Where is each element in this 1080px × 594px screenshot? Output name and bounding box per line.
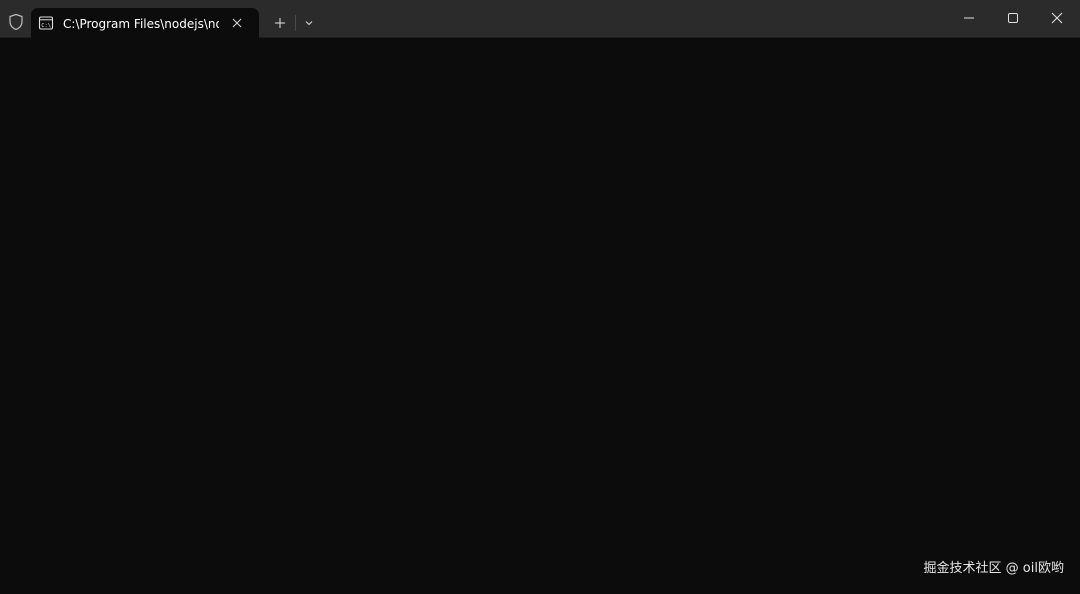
minimize-button[interactable] <box>947 0 991 36</box>
close-window-button[interactable] <box>1035 0 1079 36</box>
shield-icon <box>6 12 26 32</box>
svg-text:C:\: C:\ <box>41 23 51 29</box>
close-icon <box>1051 12 1063 24</box>
new-tab-button[interactable] <box>268 11 292 35</box>
title-bar[interactable]: C:\ C:\Program Files\nodejs\node.exe <box>0 0 1080 38</box>
tab-title: C:\Program Files\nodejs\node.exe <box>63 17 219 31</box>
maximize-button[interactable] <box>991 0 1035 36</box>
tab-node[interactable]: C:\ C:\Program Files\nodejs\node.exe <box>31 8 259 38</box>
chevron-down-icon <box>305 21 313 26</box>
terminal-content-area[interactable] <box>0 38 1080 594</box>
tab-close-button[interactable] <box>228 14 246 32</box>
tab-divider <box>295 15 296 31</box>
watermark: 掘金技术社区 @ oil欧哟 <box>923 561 1064 576</box>
close-icon <box>232 18 242 28</box>
plus-icon <box>275 18 285 28</box>
minimize-icon <box>964 17 974 19</box>
maximize-icon <box>1008 13 1018 23</box>
terminal-window: C:\ C:\Program Files\nodejs\node.exe <box>0 0 1080 594</box>
terminal-cmd-icon: C:\ <box>38 15 54 31</box>
tab-dropdown-button[interactable] <box>298 11 320 35</box>
